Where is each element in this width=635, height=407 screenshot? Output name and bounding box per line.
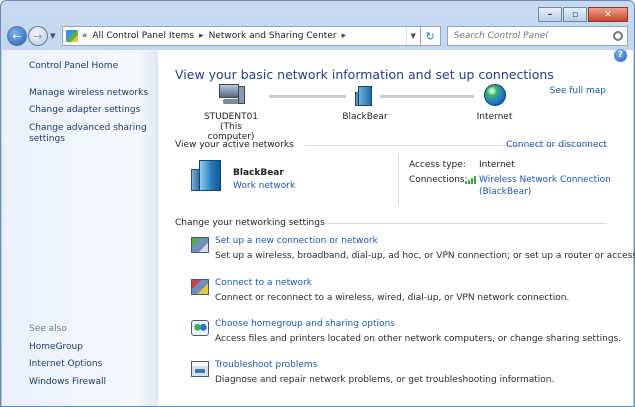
forward-button[interactable]: →: [27, 26, 48, 46]
router-icon: [354, 84, 376, 108]
connections-value[interactable]: Wireless Network Connection: [465, 175, 611, 185]
breadcrumb-overflow[interactable]: «: [82, 31, 88, 41]
content-area: Control Panel Home Manage wireless netwo…: [2, 49, 635, 406]
see-also-internet-options[interactable]: Internet Options: [29, 359, 102, 369]
sidebar-change-sharing-line2[interactable]: settings: [29, 134, 65, 144]
settings-heading: Change your networking settings: [175, 218, 325, 228]
search-input[interactable]: [453, 31, 604, 41]
map-router-node: BlackBear: [340, 84, 390, 122]
breadcrumb-all-items[interactable]: All Control Panel Items: [92, 31, 194, 41]
breadcrumb-separator[interactable]: ▸: [199, 31, 204, 41]
section-divider: [324, 223, 607, 224]
access-type-label: Access type:: [409, 160, 466, 170]
map-internet-node: Internet: [472, 84, 517, 122]
forward-arrow-icon: →: [33, 29, 43, 43]
active-networks-heading: View your active networks: [175, 140, 294, 150]
wireless-signal-icon: [465, 175, 477, 184]
page-title: View your basic network information and …: [175, 67, 554, 82]
close-button[interactable]: ✕: [588, 7, 628, 22]
back-button[interactable]: ←: [7, 26, 27, 46]
address-bar[interactable]: « All Control Panel Items ▸ Network and …: [61, 26, 421, 46]
refresh-icon: ↻: [425, 29, 435, 43]
access-type-value: Internet: [479, 160, 515, 170]
setup-connection-link[interactable]: Set up a new connection or network: [215, 236, 378, 246]
breadcrumb-network-center[interactable]: Network and Sharing Center: [209, 31, 337, 41]
connect-network-icon: [191, 279, 209, 295]
sidebar-control-panel-home[interactable]: Control Panel Home: [29, 61, 118, 71]
maximize-button[interactable]: ▫: [563, 7, 587, 22]
breadcrumb-separator[interactable]: ▸: [342, 31, 347, 41]
connections-label: Connections:: [409, 175, 468, 185]
help-icon[interactable]: ?: [614, 49, 627, 62]
network-name: BlackBear: [233, 168, 284, 178]
search-box[interactable]: [446, 26, 629, 46]
minimize-button[interactable]: –: [538, 7, 562, 22]
back-arrow-icon: ←: [12, 29, 22, 43]
refresh-button[interactable]: ↻: [420, 26, 441, 46]
main-panel: ? View your basic network information an…: [158, 49, 635, 406]
network-setup-icon: [191, 237, 209, 253]
map-connection-line: [269, 95, 346, 98]
setup-connection-desc: Set up a wireless, broadband, dial-up, a…: [215, 251, 635, 261]
map-connection-line: [380, 95, 474, 98]
see-also-windows-firewall[interactable]: Windows Firewall: [29, 377, 106, 387]
navigation-bar: ← → ▼ « All Control Panel Items ▸ Networ…: [7, 24, 629, 48]
address-dropdown[interactable]: ▼: [405, 27, 420, 45]
troubleshoot-desc: Diagnose and repair network problems, or…: [215, 375, 555, 385]
sidebar-manage-wireless[interactable]: Manage wireless networks: [29, 88, 148, 98]
see-also-label: See also: [29, 324, 67, 334]
network-type-link[interactable]: Work network: [233, 181, 295, 191]
search-icon[interactable]: [613, 31, 624, 41]
wireless-connection-link[interactable]: Wireless Network Connection: [479, 175, 611, 185]
globe-icon: [483, 84, 506, 106]
sidebar: Control Panel Home Manage wireless netwo…: [2, 50, 158, 406]
router-name: BlackBear: [342, 112, 388, 122]
vertical-divider: [398, 153, 399, 205]
homegroup-icon: [191, 320, 209, 336]
computer-name: STUDENT01: [203, 112, 259, 122]
internet-name: Internet: [476, 112, 513, 122]
window-frame: – ▫ ✕ ← → ▼ « All Control Panel Items ▸ …: [0, 0, 635, 407]
see-also-homegroup[interactable]: HomeGroup: [29, 342, 83, 352]
caption-buttons: – ▫ ✕: [538, 7, 628, 22]
network-icon: [189, 160, 225, 192]
sidebar-change-adapter[interactable]: Change adapter settings: [29, 105, 140, 115]
connect-network-desc: Connect or reconnect to a wireless, wire…: [215, 293, 570, 303]
sidebar-change-sharing[interactable]: Change advanced sharing: [29, 123, 147, 133]
homegroup-link[interactable]: Choose homegroup and sharing options: [215, 319, 395, 329]
wireless-connection-ssid[interactable]: (BlackBear): [479, 187, 531, 197]
recent-pages-dropdown[interactable]: ▼: [48, 32, 58, 40]
computer-icon: [219, 84, 245, 106]
homegroup-desc: Access files and printers located on oth…: [215, 334, 622, 344]
map-computer-node: STUDENT01 (This computer): [201, 84, 261, 142]
troubleshoot-link[interactable]: Troubleshoot problems: [215, 360, 317, 370]
chevron-down-icon: ▼: [410, 32, 416, 40]
troubleshoot-icon: [191, 361, 209, 377]
connect-network-link[interactable]: Connect to a network: [215, 278, 312, 288]
control-panel-icon: [65, 30, 78, 42]
computer-subtitle: (This computer): [207, 122, 255, 142]
see-full-map-link[interactable]: See full map: [550, 86, 606, 96]
connect-disconnect-link[interactable]: Connect or disconnect: [506, 140, 607, 150]
chevron-down-icon: ▼: [50, 32, 56, 40]
